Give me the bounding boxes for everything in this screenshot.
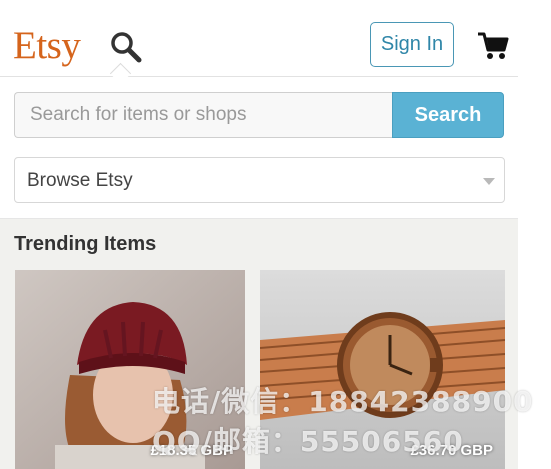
search-icon[interactable]: [108, 30, 144, 64]
trending-title: Trending Items: [14, 233, 157, 255]
trending-item-card[interactable]: £18.35 GBP: [15, 270, 245, 469]
search-input[interactable]: [14, 92, 392, 138]
trending-item-card[interactable]: £36.70 GBP: [260, 270, 505, 469]
search-button[interactable]: Search: [392, 92, 504, 138]
item-price: £18.35 GBP: [150, 442, 233, 459]
browse-etsy-label: Browse Etsy: [27, 170, 133, 191]
sign-in-button[interactable]: Sign In: [370, 22, 454, 67]
wooden-wrist-watch-image: [260, 270, 505, 469]
woman-in-red-knit-beanie-image: [15, 270, 245, 469]
browse-etsy-select[interactable]: Browse Etsy: [14, 157, 505, 203]
chevron-down-icon: [483, 178, 495, 185]
item-price: £36.70 GBP: [410, 442, 493, 459]
cart-icon[interactable]: [476, 30, 510, 62]
etsy-logo[interactable]: Etsy: [13, 26, 81, 66]
trending-section: Trending Items £18.35 GBP £36.70 GBP: [0, 218, 518, 469]
header: Etsy Sign In: [0, 0, 518, 77]
